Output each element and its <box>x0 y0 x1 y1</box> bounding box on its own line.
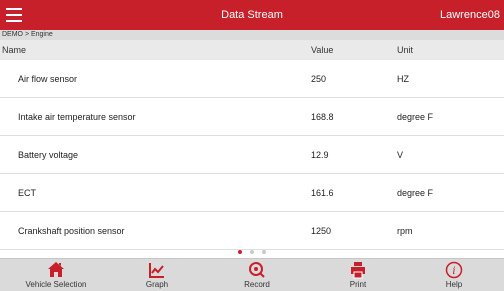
user-name[interactable]: Lawrence08 <box>440 9 500 21</box>
breadcrumb: DEMO > Engine <box>0 30 504 40</box>
row-name: Battery voltage <box>18 150 79 160</box>
column-header-name: Name <box>2 45 27 55</box>
print-icon <box>312 261 404 279</box>
record-icon <box>202 261 312 279</box>
row-value: 250 <box>311 74 327 84</box>
page-dot[interactable] <box>250 250 254 254</box>
row-name: ECT <box>18 188 36 198</box>
row-value: 12.9 <box>311 150 329 160</box>
row-value: 161.6 <box>311 188 334 198</box>
row-unit: V <box>397 150 404 160</box>
row-unit: rpm <box>397 226 413 236</box>
row-value: 1250 <box>311 226 332 236</box>
graph-button[interactable]: Graph <box>112 259 202 291</box>
help-label: Help <box>445 280 463 289</box>
print-button[interactable]: Print <box>312 259 404 291</box>
help-icon: i <box>404 261 504 279</box>
table-row[interactable]: Crankshaft position sensor 1250 rpm <box>0 212 504 250</box>
bottom-toolbar: Vehicle Selection Graph Record Print i H… <box>0 258 504 291</box>
table-row[interactable]: Intake air temperature sensor 168.8 degr… <box>0 98 504 136</box>
row-value: 168.8 <box>311 112 334 122</box>
top-bar: Data Stream Lawrence08 <box>0 0 504 30</box>
page-dot[interactable] <box>237 250 242 254</box>
page-dot[interactable] <box>262 250 267 254</box>
record-button[interactable]: Record <box>202 259 312 291</box>
record-label: Record <box>244 280 270 289</box>
vehicle-selection-button[interactable]: Vehicle Selection <box>0 259 112 291</box>
table-row[interactable]: ECT 161.6 degree F <box>0 174 504 212</box>
table-row[interactable]: Air flow sensor 250 HZ <box>0 60 504 98</box>
page-title: Data Stream <box>221 9 283 21</box>
row-name: Crankshaft position sensor <box>18 226 125 236</box>
row-unit: degree F <box>397 188 434 198</box>
column-header-value: Value <box>311 45 334 55</box>
row-unit: HZ <box>397 74 409 84</box>
home-icon <box>0 261 112 279</box>
help-button[interactable]: i Help <box>404 259 504 291</box>
page-indicator <box>0 250 504 258</box>
table-row[interactable]: Battery voltage 12.9 V <box>0 136 504 174</box>
graph-icon <box>112 261 202 279</box>
column-header-unit: Unit <box>397 45 414 55</box>
graph-label: Graph <box>145 280 169 289</box>
svg-text:i: i <box>452 266 455 277</box>
row-name: Intake air temperature sensor <box>18 112 136 122</box>
vehicle-selection-label: Vehicle Selection <box>25 280 87 289</box>
table-header: Name Value Unit <box>0 40 504 60</box>
print-label: Print <box>349 280 367 289</box>
row-unit: degree F <box>397 112 434 122</box>
row-name: Air flow sensor <box>18 74 78 84</box>
